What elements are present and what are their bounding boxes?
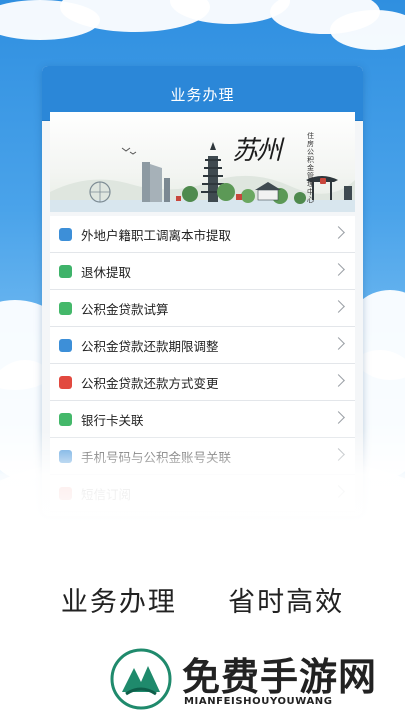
menu-row-label: 公积金贷款试算 bbox=[81, 301, 169, 317]
chevron-right-icon bbox=[332, 226, 345, 239]
menu-row-label: 外地户籍职工调离本市提取 bbox=[81, 227, 232, 243]
slogan-left: 业务办理 bbox=[60, 587, 177, 618]
brand-name: 免费手游网 bbox=[182, 654, 378, 699]
cloud bbox=[330, 10, 405, 50]
menu-row-label: 银行卡关联 bbox=[81, 412, 144, 428]
menu-row-label: 退休提取 bbox=[81, 264, 132, 280]
bottom-fade bbox=[0, 430, 405, 530]
menu-row-label: 公积金贷款还款期限调整 bbox=[81, 338, 219, 354]
slogan-right: 省时高效 bbox=[228, 587, 345, 618]
banner-agency-text: 住房公积金管理中心 bbox=[307, 132, 314, 204]
chevron-right-icon bbox=[332, 300, 345, 313]
menu-row[interactable]: 外地户籍职工调离本市提取 bbox=[50, 216, 355, 253]
suzhou-banner: 苏州 住房公积金管理中心 bbox=[50, 112, 355, 212]
brand-logo-icon bbox=[110, 648, 172, 710]
slogan: 业务办理 省时高效 bbox=[0, 580, 405, 619]
chevron-right-icon bbox=[332, 374, 345, 387]
menu-row-label: 公积金贷款还款方式变更 bbox=[81, 375, 219, 391]
chevron-right-icon bbox=[332, 411, 345, 424]
banner-city-calligraphy: 苏州 bbox=[232, 136, 282, 166]
menu-row[interactable]: 公积金贷款还款期限调整 bbox=[50, 327, 355, 364]
brand-domain-text: MIANFEISHOUYOUWANG bbox=[184, 696, 333, 707]
calculator-doc-icon bbox=[59, 301, 72, 315]
card-doc-icon bbox=[59, 412, 72, 426]
person-transfer-icon bbox=[59, 227, 72, 241]
document-icon bbox=[59, 338, 72, 352]
money-bag-icon bbox=[59, 375, 72, 389]
chevron-right-icon bbox=[332, 337, 345, 350]
menu-row[interactable]: 公积金贷款试算 bbox=[50, 290, 355, 327]
menu-row[interactable]: 公积金贷款还款方式变更 bbox=[50, 364, 355, 401]
menu-row[interactable]: 退休提取 bbox=[50, 253, 355, 290]
chevron-right-icon bbox=[332, 263, 345, 276]
clock-icon bbox=[59, 264, 72, 278]
seal-stamp bbox=[320, 178, 326, 184]
brand-watermark: 免费手游网 MIANFEISHOUYOUWANG bbox=[110, 644, 400, 714]
